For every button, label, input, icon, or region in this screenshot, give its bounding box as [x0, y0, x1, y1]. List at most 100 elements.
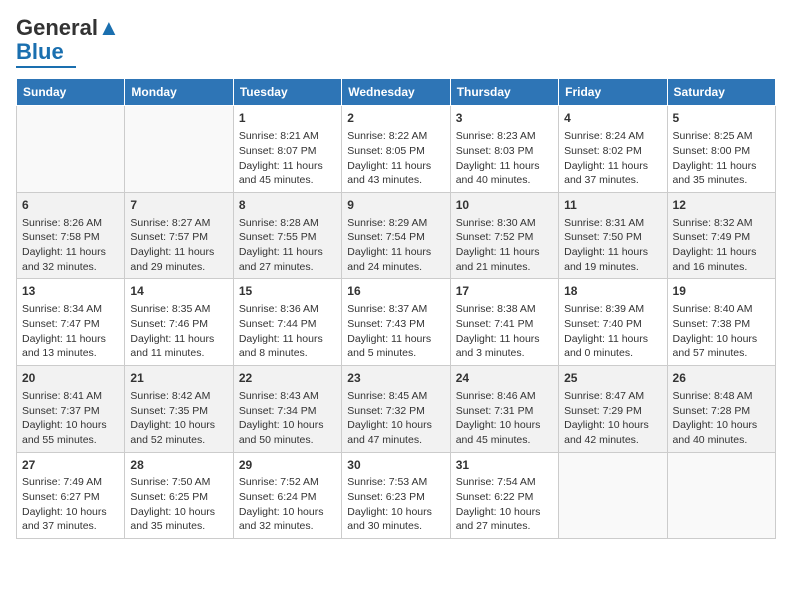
logo: General▲ Blue — [16, 16, 120, 68]
day-number: 17 — [456, 283, 553, 300]
calendar-cell: 28Sunrise: 7:50 AM Sunset: 6:25 PM Dayli… — [125, 452, 233, 539]
day-content: Sunrise: 8:26 AM Sunset: 7:58 PM Dayligh… — [22, 216, 119, 275]
calendar-week-1: 1 Sunrise: 8:21 AM Sunset: 8:07 PM Daylig… — [17, 106, 776, 193]
day-content: Sunrise: 8:27 AM Sunset: 7:57 PM Dayligh… — [130, 216, 227, 275]
weekday-header-monday: Monday — [125, 79, 233, 106]
calendar-cell: 13 Sunrise: 8:34 AM Sunset: 7:47 PM Dayli… — [17, 279, 125, 366]
day-number: 10 — [456, 197, 553, 214]
weekday-header-sunday: Sunday — [17, 79, 125, 106]
day-content: Sunrise: 8:40 AM Sunset: 7:38 PM Dayligh… — [673, 302, 770, 361]
day-content: Sunrise: 8:38 AM Sunset: 7:41 PM Dayligh… — [456, 302, 553, 361]
calendar-cell — [559, 452, 667, 539]
day-content: Sunrise: 8:48 AM Sunset: 7:28 PM Dayligh… — [673, 389, 770, 448]
day-number: 23 — [347, 370, 444, 387]
calendar-cell: 20 Sunrise: 8:41 AM Sunset: 7:37 PM Dayli… — [17, 366, 125, 453]
day-content: Sunrise: 8:23 AM Sunset: 8:03 PM Dayligh… — [456, 129, 553, 188]
day-number: 1 — [239, 110, 336, 127]
calendar-cell — [125, 106, 233, 193]
day-number: 9 — [347, 197, 444, 214]
weekday-header-saturday: Saturday — [667, 79, 775, 106]
day-content: Sunrise: 8:24 AM Sunset: 8:02 PM Dayligh… — [564, 129, 661, 188]
day-number: 18 — [564, 283, 661, 300]
calendar-cell: 5 Sunrise: 8:25 AM Sunset: 8:00 PM Daylig… — [667, 106, 775, 193]
calendar-cell: 25 Sunrise: 8:47 AM Sunset: 7:29 PM Dayli… — [559, 366, 667, 453]
calendar-cell: 16 Sunrise: 8:37 AM Sunset: 7:43 PM Dayli… — [342, 279, 450, 366]
day-content: Sunrise: 7:49 AM Sunset: 6:27 PM Dayligh… — [22, 475, 119, 534]
day-content: Sunrise: 8:41 AM Sunset: 7:37 PM Dayligh… — [22, 389, 119, 448]
day-content: Sunrise: 7:50 AM Sunset: 6:25 PM Dayligh… — [130, 475, 227, 534]
day-content: Sunrise: 8:29 AM Sunset: 7:54 PM Dayligh… — [347, 216, 444, 275]
calendar-week-4: 20 Sunrise: 8:41 AM Sunset: 7:37 PM Dayli… — [17, 366, 776, 453]
day-content: Sunrise: 8:34 AM Sunset: 7:47 PM Dayligh… — [22, 302, 119, 361]
logo-text: General▲ Blue — [16, 16, 120, 64]
day-number: 19 — [673, 283, 770, 300]
calendar-cell: 19 Sunrise: 8:40 AM Sunset: 7:38 PM Dayli… — [667, 279, 775, 366]
calendar-cell: 4Sunrise: 8:24 AM Sunset: 8:02 PM Daylig… — [559, 106, 667, 193]
day-number: 14 — [130, 283, 227, 300]
day-content: Sunrise: 8:30 AM Sunset: 7:52 PM Dayligh… — [456, 216, 553, 275]
day-number: 25 — [564, 370, 661, 387]
day-number: 5 — [673, 110, 770, 127]
page-header: General▲ Blue — [16, 16, 776, 68]
day-content: Sunrise: 8:32 AM Sunset: 7:49 PM Dayligh… — [673, 216, 770, 275]
calendar-cell: 22Sunrise: 8:43 AM Sunset: 7:34 PM Dayli… — [233, 366, 341, 453]
calendar-header-row: SundayMondayTuesdayWednesdayThursdayFrid… — [17, 79, 776, 106]
calendar-cell: 6 Sunrise: 8:26 AM Sunset: 7:58 PM Daylig… — [17, 192, 125, 279]
calendar-cell: 3 Sunrise: 8:23 AM Sunset: 8:03 PM Daylig… — [450, 106, 558, 193]
day-number: 11 — [564, 197, 661, 214]
calendar-week-2: 6 Sunrise: 8:26 AM Sunset: 7:58 PM Daylig… — [17, 192, 776, 279]
calendar-week-3: 13 Sunrise: 8:34 AM Sunset: 7:47 PM Dayli… — [17, 279, 776, 366]
day-number: 7 — [130, 197, 227, 214]
day-number: 29 — [239, 457, 336, 474]
calendar-table: SundayMondayTuesdayWednesdayThursdayFrid… — [16, 78, 776, 539]
logo-line — [16, 66, 76, 68]
day-content: Sunrise: 8:46 AM Sunset: 7:31 PM Dayligh… — [456, 389, 553, 448]
day-number: 27 — [22, 457, 119, 474]
calendar-cell: 2 Sunrise: 8:22 AM Sunset: 8:05 PM Daylig… — [342, 106, 450, 193]
day-content: Sunrise: 8:47 AM Sunset: 7:29 PM Dayligh… — [564, 389, 661, 448]
day-content: Sunrise: 8:45 AM Sunset: 7:32 PM Dayligh… — [347, 389, 444, 448]
day-number: 31 — [456, 457, 553, 474]
day-content: Sunrise: 8:31 AM Sunset: 7:50 PM Dayligh… — [564, 216, 661, 275]
calendar-week-5: 27Sunrise: 7:49 AM Sunset: 6:27 PM Dayli… — [17, 452, 776, 539]
calendar-cell: 29Sunrise: 7:52 AM Sunset: 6:24 PM Dayli… — [233, 452, 341, 539]
day-number: 13 — [22, 283, 119, 300]
day-number: 6 — [22, 197, 119, 214]
day-number: 2 — [347, 110, 444, 127]
day-number: 30 — [347, 457, 444, 474]
calendar-cell: 14 Sunrise: 8:35 AM Sunset: 7:46 PM Dayli… — [125, 279, 233, 366]
calendar-cell: 31Sunrise: 7:54 AM Sunset: 6:22 PM Dayli… — [450, 452, 558, 539]
day-content: Sunrise: 8:22 AM Sunset: 8:05 PM Dayligh… — [347, 129, 444, 188]
day-number: 12 — [673, 197, 770, 214]
weekday-header-tuesday: Tuesday — [233, 79, 341, 106]
calendar-cell: 30Sunrise: 7:53 AM Sunset: 6:23 PM Dayli… — [342, 452, 450, 539]
calendar-cell: 24Sunrise: 8:46 AM Sunset: 7:31 PM Dayli… — [450, 366, 558, 453]
calendar-body: 1 Sunrise: 8:21 AM Sunset: 8:07 PM Daylig… — [17, 106, 776, 539]
calendar-cell: 15Sunrise: 8:36 AM Sunset: 7:44 PM Dayli… — [233, 279, 341, 366]
day-number: 3 — [456, 110, 553, 127]
calendar-cell: 12 Sunrise: 8:32 AM Sunset: 7:49 PM Dayli… — [667, 192, 775, 279]
calendar-cell: 27Sunrise: 7:49 AM Sunset: 6:27 PM Dayli… — [17, 452, 125, 539]
calendar-cell: 10 Sunrise: 8:30 AM Sunset: 7:52 PM Dayli… — [450, 192, 558, 279]
day-number: 20 — [22, 370, 119, 387]
day-content: Sunrise: 7:52 AM Sunset: 6:24 PM Dayligh… — [239, 475, 336, 534]
day-number: 28 — [130, 457, 227, 474]
calendar-cell: 18 Sunrise: 8:39 AM Sunset: 7:40 PM Dayli… — [559, 279, 667, 366]
day-content: Sunrise: 8:43 AM Sunset: 7:34 PM Dayligh… — [239, 389, 336, 448]
day-content: Sunrise: 8:21 AM Sunset: 8:07 PM Dayligh… — [239, 129, 336, 188]
day-content: Sunrise: 8:36 AM Sunset: 7:44 PM Dayligh… — [239, 302, 336, 361]
day-content: Sunrise: 8:35 AM Sunset: 7:46 PM Dayligh… — [130, 302, 227, 361]
day-content: Sunrise: 8:25 AM Sunset: 8:00 PM Dayligh… — [673, 129, 770, 188]
calendar-cell — [17, 106, 125, 193]
calendar-cell: 7 Sunrise: 8:27 AM Sunset: 7:57 PM Daylig… — [125, 192, 233, 279]
calendar-cell: 1 Sunrise: 8:21 AM Sunset: 8:07 PM Daylig… — [233, 106, 341, 193]
day-number: 16 — [347, 283, 444, 300]
calendar-cell: 23 Sunrise: 8:45 AM Sunset: 7:32 PM Dayli… — [342, 366, 450, 453]
day-content: Sunrise: 8:42 AM Sunset: 7:35 PM Dayligh… — [130, 389, 227, 448]
calendar-cell: 11 Sunrise: 8:31 AM Sunset: 7:50 PM Dayli… — [559, 192, 667, 279]
weekday-header-thursday: Thursday — [450, 79, 558, 106]
day-content: Sunrise: 8:28 AM Sunset: 7:55 PM Dayligh… — [239, 216, 336, 275]
day-content: Sunrise: 8:37 AM Sunset: 7:43 PM Dayligh… — [347, 302, 444, 361]
calendar-cell: 17 Sunrise: 8:38 AM Sunset: 7:41 PM Dayli… — [450, 279, 558, 366]
day-content: Sunrise: 8:39 AM Sunset: 7:40 PM Dayligh… — [564, 302, 661, 361]
